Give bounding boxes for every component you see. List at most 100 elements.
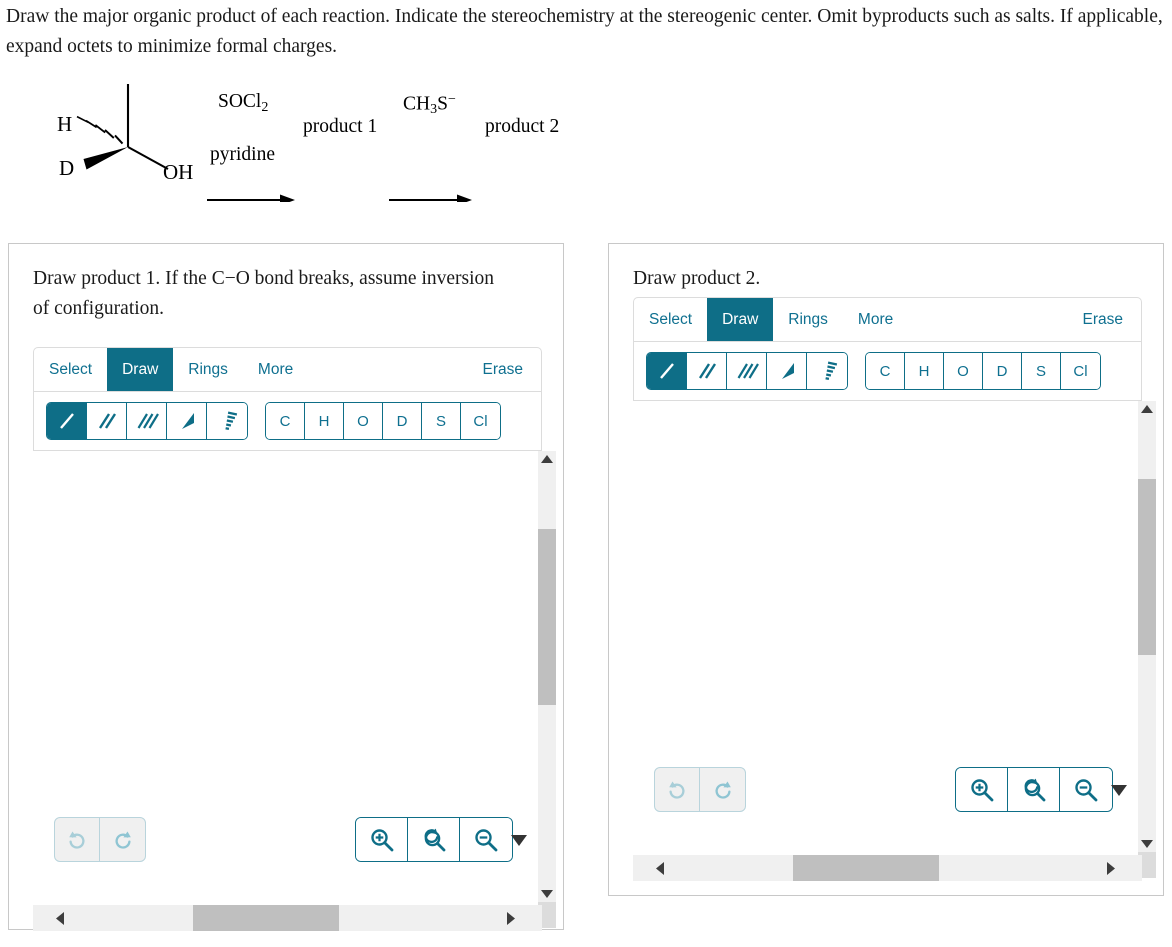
zoom-in-button[interactable] bbox=[956, 768, 1008, 811]
undo-button[interactable] bbox=[55, 818, 100, 861]
triple-bond-tool[interactable] bbox=[727, 353, 767, 389]
tab-select[interactable]: Select bbox=[34, 348, 107, 391]
tab-rings[interactable]: Rings bbox=[173, 348, 243, 391]
zoom-control-group bbox=[355, 817, 513, 862]
element-button-c[interactable]: C bbox=[866, 353, 905, 389]
reaction-arrow-2-head bbox=[457, 194, 472, 202]
zoom-reset-icon bbox=[1024, 778, 1045, 801]
zoom-dropdown-caret-icon[interactable] bbox=[1111, 785, 1127, 796]
wedge-bond-tool[interactable] bbox=[767, 353, 807, 389]
hash-bond-icon bbox=[225, 411, 238, 431]
triple-bond-tool[interactable] bbox=[127, 403, 167, 439]
redo-button[interactable] bbox=[700, 768, 745, 811]
zoom-out-button[interactable] bbox=[1060, 768, 1112, 811]
scroll-left-arrow[interactable] bbox=[47, 905, 73, 931]
editor-1-toolrow: C H O D S Cl bbox=[33, 392, 542, 451]
bond-hydroxyl bbox=[127, 146, 169, 170]
double-bond-tool[interactable] bbox=[87, 403, 127, 439]
single-bond-icon bbox=[659, 363, 674, 379]
triangle-right-icon bbox=[507, 911, 515, 925]
canvas-1-horizontal-scrollbar[interactable] bbox=[33, 905, 542, 931]
product-1-panel: Draw product 1. If the C−O bond breaks, … bbox=[8, 243, 564, 931]
erase-button[interactable]: Erase bbox=[1068, 298, 1142, 341]
reaction-scheme: H D OH SOCl2 pyridine product 1 CH3S− pr… bbox=[0, 72, 620, 202]
molecule-editor-2: Select Draw Rings More Erase C H O D S C… bbox=[633, 297, 1156, 881]
element-button-h[interactable]: H bbox=[305, 403, 344, 439]
editor-1-tabstrip: Select Draw Rings More Erase bbox=[33, 347, 542, 392]
scroll-thumb-vertical[interactable] bbox=[1138, 479, 1156, 655]
element-button-h[interactable]: H bbox=[905, 353, 944, 389]
canvas-2-horizontal-scrollbar[interactable] bbox=[633, 855, 1142, 881]
element-button-o[interactable]: O bbox=[944, 353, 983, 389]
element-button-cl[interactable]: Cl bbox=[461, 403, 500, 439]
zoom-out-button[interactable] bbox=[460, 818, 512, 861]
zoom-out-icon bbox=[1075, 778, 1098, 801]
element-button-s[interactable]: S bbox=[422, 403, 461, 439]
element-button-c[interactable]: C bbox=[266, 403, 305, 439]
triangle-up-icon bbox=[541, 455, 553, 463]
canvas-2-vertical-scrollbar[interactable] bbox=[1138, 401, 1156, 878]
zoom-in-icon bbox=[970, 778, 993, 801]
element-button-cl[interactable]: Cl bbox=[1061, 353, 1100, 389]
tab-draw[interactable]: Draw bbox=[107, 348, 174, 391]
single-bond-tool[interactable] bbox=[647, 353, 687, 389]
hash-wedge-to-hydrogen bbox=[76, 115, 124, 145]
element-button-group: C H O D S Cl bbox=[865, 352, 1101, 390]
single-bond-tool[interactable] bbox=[47, 403, 87, 439]
tab-more[interactable]: More bbox=[243, 348, 308, 391]
erase-button[interactable]: Erase bbox=[468, 348, 542, 391]
hash-bond-icon bbox=[825, 361, 838, 381]
scroll-thumb-vertical[interactable] bbox=[538, 529, 556, 705]
redo-button[interactable] bbox=[100, 818, 145, 861]
substrate-hydrogen-label: H bbox=[57, 112, 73, 136]
reagent-1-subscript: 2 bbox=[261, 98, 269, 115]
scroll-up-arrow[interactable] bbox=[1138, 401, 1156, 417]
element-button-d[interactable]: D bbox=[983, 353, 1022, 389]
scroll-right-arrow[interactable] bbox=[498, 905, 524, 931]
question-prompt: Draw the major organic product of each r… bbox=[6, 6, 1163, 57]
product-1-label: product 1 bbox=[303, 116, 378, 137]
zoom-reset-button[interactable] bbox=[408, 818, 460, 861]
tab-draw[interactable]: Draw bbox=[707, 298, 774, 341]
wedge-bond-icon bbox=[781, 363, 794, 379]
scroll-thumb-horizontal[interactable] bbox=[193, 905, 339, 931]
scroll-down-arrow[interactable] bbox=[538, 886, 556, 902]
molecule-editor-1: Select Draw Rings More Erase C H O D S C… bbox=[33, 347, 556, 931]
reagent-above-arrow-1: SOCl2 bbox=[218, 91, 268, 116]
product-2-instruction: Draw product 2. bbox=[633, 268, 761, 289]
zoom-dropdown-caret-icon[interactable] bbox=[511, 835, 527, 846]
double-bond-tool[interactable] bbox=[687, 353, 727, 389]
editor-2-toolrow: C H O D S Cl bbox=[633, 342, 1142, 401]
zoom-reset-icon bbox=[424, 828, 445, 851]
undo-button[interactable] bbox=[655, 768, 700, 811]
canvas-1-vertical-scrollbar[interactable] bbox=[538, 451, 556, 928]
triple-bond-icon bbox=[737, 363, 759, 379]
scroll-thumb-horizontal[interactable] bbox=[793, 855, 939, 881]
scroll-down-arrow[interactable] bbox=[1138, 836, 1156, 852]
element-button-s[interactable]: S bbox=[1022, 353, 1061, 389]
double-bond-icon bbox=[98, 413, 116, 429]
scroll-right-arrow[interactable] bbox=[1098, 855, 1124, 881]
element-button-o[interactable]: O bbox=[344, 403, 383, 439]
tab-more[interactable]: More bbox=[843, 298, 908, 341]
bond-tool-group bbox=[46, 402, 248, 440]
hash-bond-tool[interactable] bbox=[207, 403, 247, 439]
element-button-d[interactable]: D bbox=[383, 403, 422, 439]
redo-icon bbox=[115, 831, 131, 849]
hash-bond-tool[interactable] bbox=[807, 353, 847, 389]
element-button-group: C H O D S Cl bbox=[265, 402, 501, 440]
wedge-bond-icon bbox=[181, 413, 194, 429]
triangle-left-icon bbox=[56, 911, 64, 925]
tab-select[interactable]: Select bbox=[634, 298, 707, 341]
tab-rings[interactable]: Rings bbox=[773, 298, 843, 341]
reaction-arrow-1-head bbox=[280, 194, 295, 202]
wedge-bond-tool[interactable] bbox=[167, 403, 207, 439]
zoom-reset-button[interactable] bbox=[1008, 768, 1060, 811]
zoom-in-button[interactable] bbox=[356, 818, 408, 861]
triple-bond-icon bbox=[137, 413, 159, 429]
triangle-right-icon bbox=[1107, 861, 1115, 875]
double-bond-icon bbox=[698, 363, 716, 379]
scroll-left-arrow[interactable] bbox=[647, 855, 673, 881]
scroll-up-arrow[interactable] bbox=[538, 451, 556, 467]
substrate-hydroxyl-label: OH bbox=[163, 160, 194, 184]
